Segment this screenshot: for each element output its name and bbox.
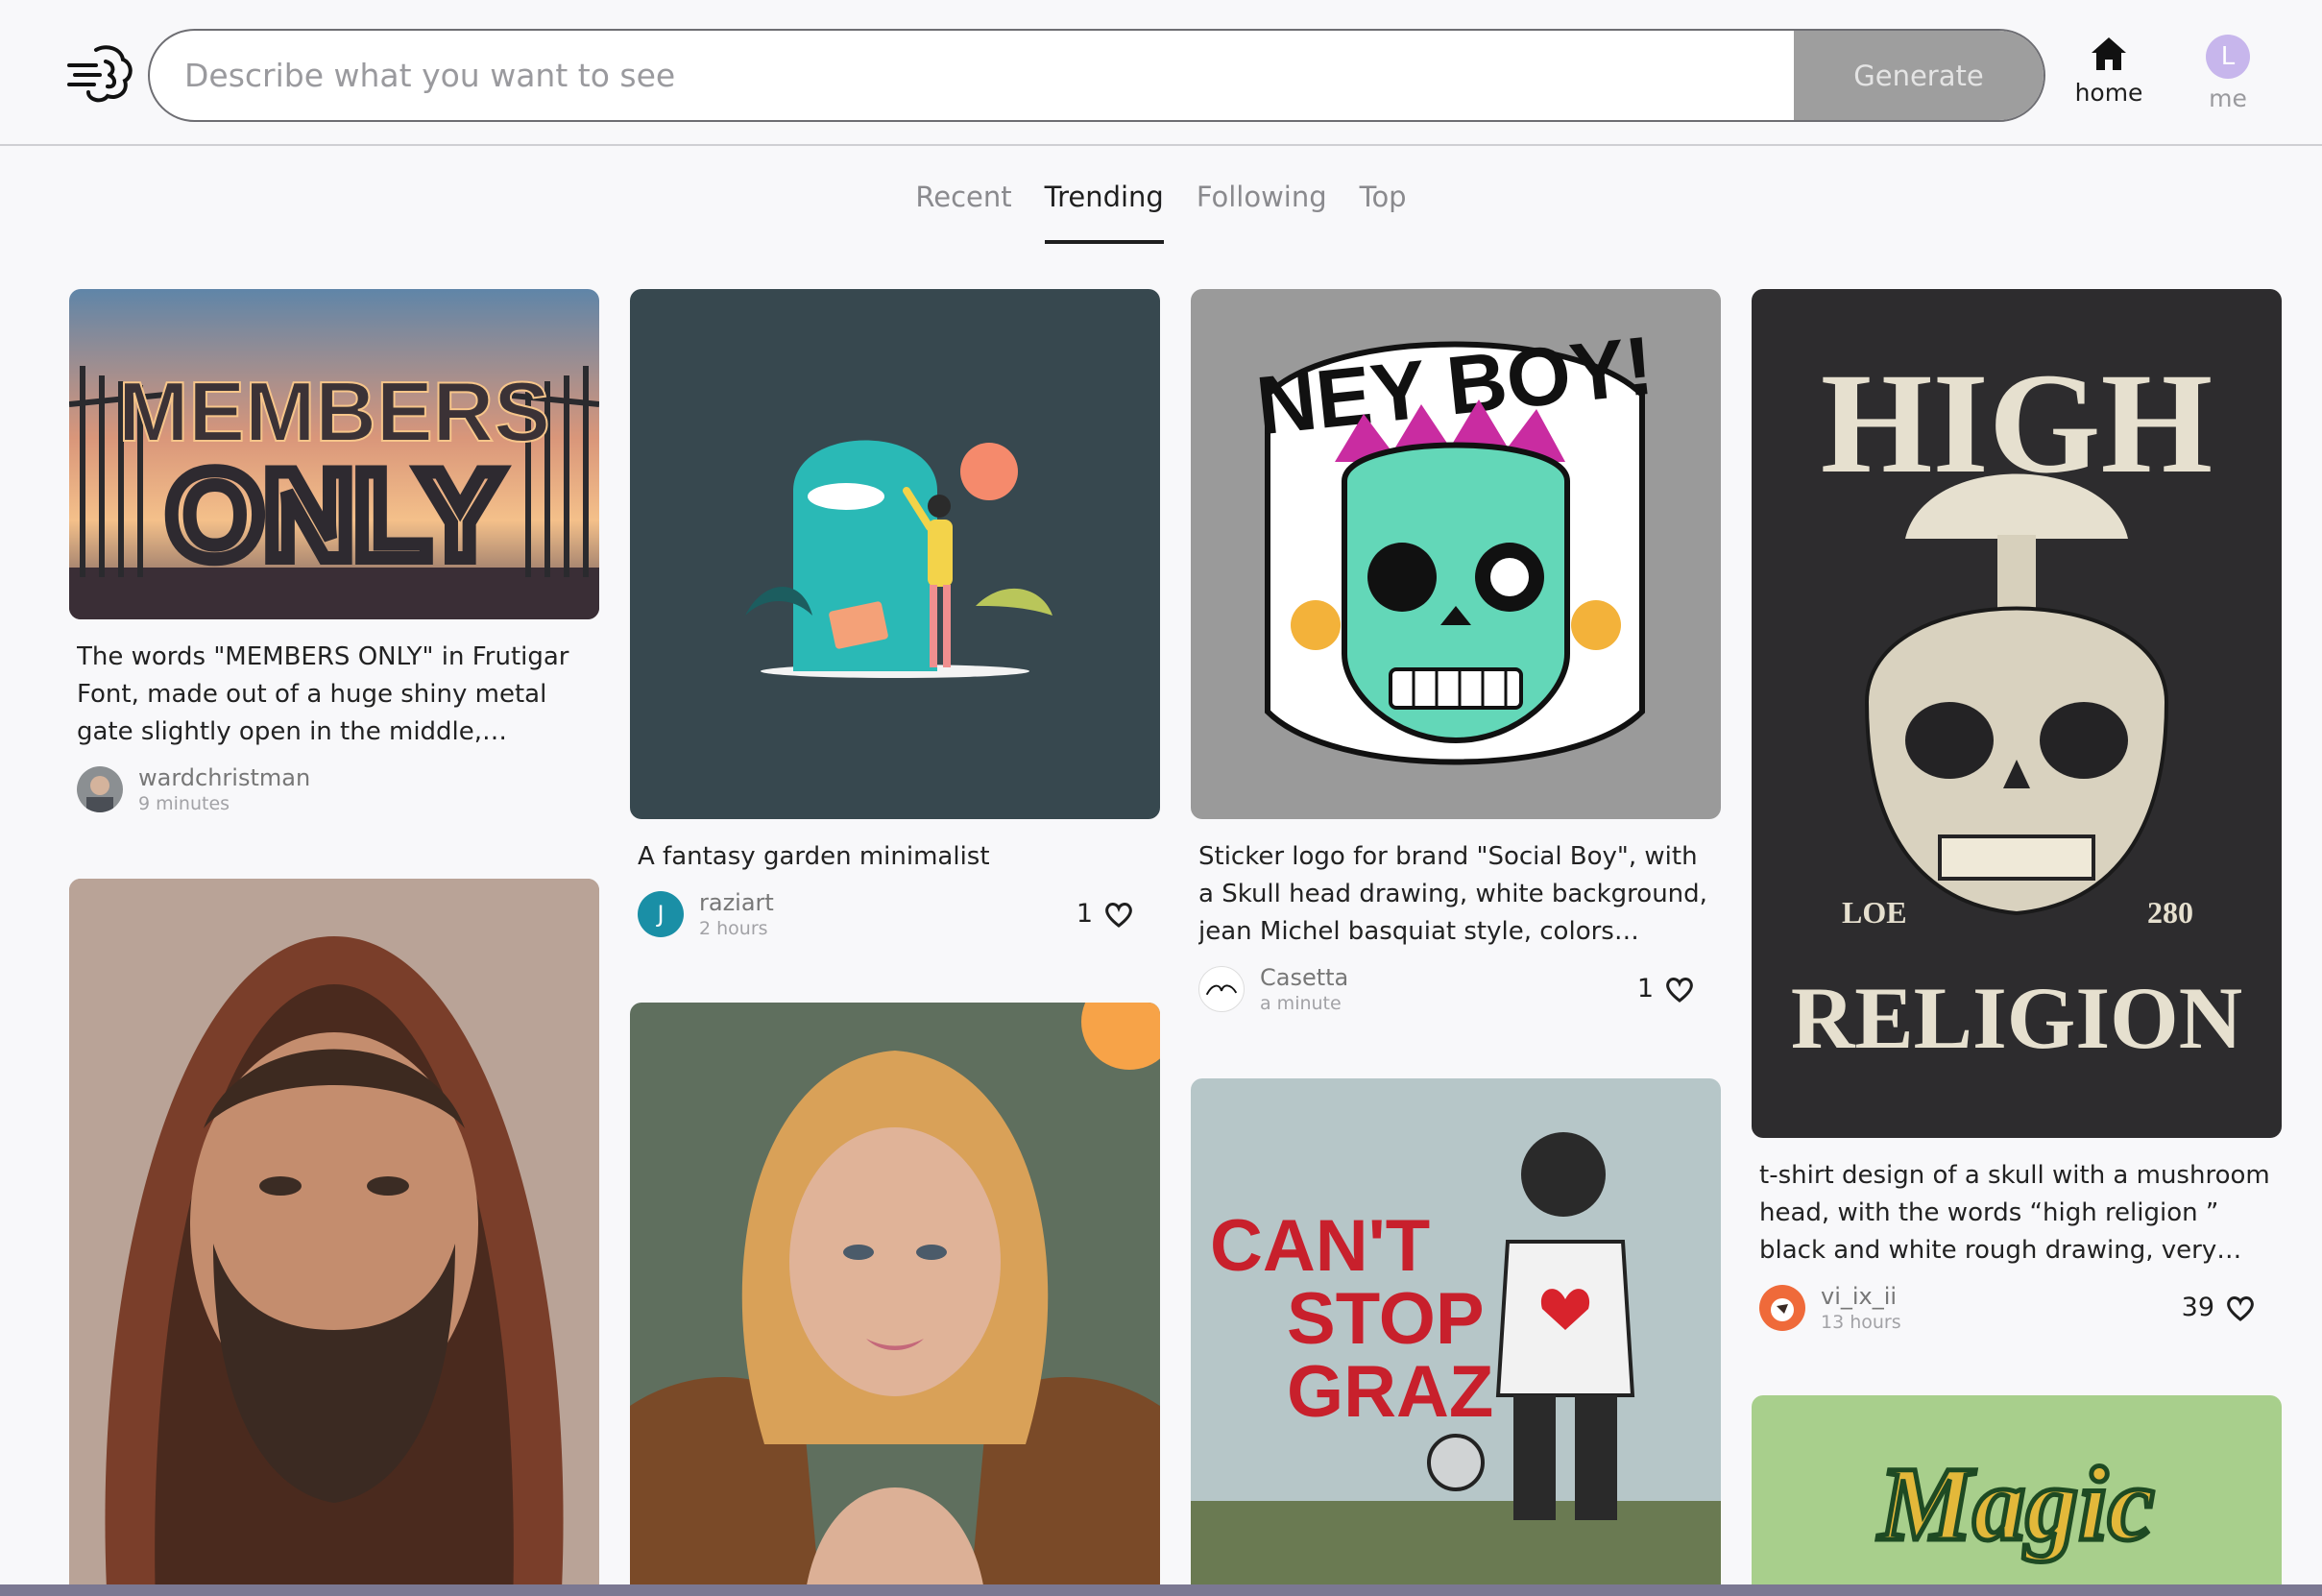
- post-time: 9 minutes: [138, 793, 230, 814]
- tab-following[interactable]: Following: [1197, 173, 1327, 244]
- graffiti-line-3: GRAZ: [1287, 1351, 1493, 1433]
- card-image[interactable]: CAN'T STOP GRAZ: [1191, 1078, 1721, 1596]
- like-control[interactable]: 1: [1076, 899, 1133, 929]
- card-image[interactable]: [630, 1003, 1160, 1596]
- image-card: HIGH LOE 280 RELIGION t-shirt design of …: [1752, 289, 2282, 1333]
- top-bar: Generate home L me: [0, 0, 2322, 146]
- nav-home-label: home: [2074, 79, 2143, 107]
- card-meta: Casetta a minute 1: [1198, 964, 1713, 1014]
- like-count: 1: [1636, 974, 1654, 1004]
- card-meta: wardchristman 9 minutes: [77, 764, 592, 814]
- graffiti-line-1: CAN'T: [1210, 1205, 1430, 1287]
- only-text: ONLY: [166, 445, 501, 585]
- card-caption[interactable]: The words "MEMBERS ONLY" in Frutigar Fon…: [77, 639, 592, 751]
- user-avatar[interactable]: [1759, 1285, 1805, 1331]
- like-count: 1: [1076, 899, 1093, 929]
- card-caption[interactable]: A fantasy garden minimalist: [638, 838, 1152, 876]
- username[interactable]: vi_ix_ii: [1821, 1283, 1897, 1310]
- image-card: [630, 1003, 1160, 1596]
- prompt-input[interactable]: [184, 31, 1817, 120]
- nav-me-label: me: [2209, 85, 2247, 112]
- like-control[interactable]: 39: [2182, 1293, 2255, 1322]
- tab-top[interactable]: Top: [1360, 173, 1407, 244]
- user-avatar[interactable]: [77, 766, 123, 812]
- image-card: NEY BOY! Sticker logo for brand "Social …: [1191, 289, 1721, 1014]
- number-text: 280: [2147, 895, 2193, 930]
- tab-recent[interactable]: Recent: [915, 173, 1011, 244]
- user-avatar[interactable]: J: [638, 891, 684, 937]
- card-image[interactable]: MEMBERS ONLY: [69, 289, 599, 619]
- card-image[interactable]: [69, 879, 599, 1596]
- image-card: [69, 879, 599, 1596]
- horizontal-scrollbar[interactable]: [0, 1584, 2322, 1596]
- generate-button[interactable]: Generate: [1794, 31, 2044, 120]
- home-icon: [2092, 37, 2126, 70]
- nav-me[interactable]: L me: [2189, 35, 2266, 115]
- card-image[interactable]: NEY BOY!: [1191, 289, 1721, 819]
- heart-icon: [1105, 902, 1132, 928]
- image-card: Magic: [1752, 1395, 2282, 1596]
- user-avatar[interactable]: [1198, 966, 1245, 1012]
- card-image[interactable]: [630, 289, 1160, 819]
- nav-home[interactable]: home: [2067, 35, 2151, 115]
- post-time: a minute: [1260, 993, 1342, 1014]
- image-card: MEMBERS ONLY The words "MEMBERS ONLY" in…: [69, 289, 599, 814]
- feed-tabs: Recent Trending Following Top: [0, 173, 2322, 244]
- tab-trending[interactable]: Trending: [1044, 173, 1165, 244]
- card-image[interactable]: Magic: [1752, 1395, 2282, 1596]
- brain-logo-icon[interactable]: [67, 42, 134, 106]
- card-caption[interactable]: Sticker logo for brand "Social Boy", wit…: [1198, 838, 1713, 951]
- heart-icon: [2227, 1295, 2254, 1321]
- image-card: CAN'T STOP GRAZ: [1191, 1078, 1721, 1596]
- card-image[interactable]: HIGH LOE 280 RELIGION: [1752, 289, 2282, 1138]
- religion-text: RELIGION: [1791, 969, 2242, 1067]
- card-meta: J raziart 2 hours 1: [638, 889, 1152, 939]
- graffiti-line-2: STOP: [1287, 1278, 1485, 1360]
- username[interactable]: wardchristman: [138, 764, 310, 791]
- username[interactable]: raziart: [699, 889, 774, 916]
- post-time: 13 hours: [1821, 1312, 1901, 1333]
- card-meta: vi_ix_ii 13 hours 39: [1759, 1283, 2274, 1333]
- me-avatar: L: [2206, 35, 2250, 79]
- heart-icon: [1666, 977, 1693, 1003]
- card-caption[interactable]: t-shirt design of a skull with a mushroo…: [1759, 1157, 2274, 1270]
- magic-text: Magic: [1876, 1445, 2154, 1562]
- loe-text: LOE: [1842, 895, 1907, 930]
- like-control[interactable]: 1: [1637, 974, 1694, 1004]
- prompt-search-bar: Generate: [148, 29, 2045, 122]
- post-time: 2 hours: [699, 918, 768, 939]
- like-count: 39: [2181, 1293, 2214, 1322]
- username[interactable]: Casetta: [1260, 964, 1348, 991]
- image-card: A fantasy garden minimalist J raziart 2 …: [630, 289, 1160, 939]
